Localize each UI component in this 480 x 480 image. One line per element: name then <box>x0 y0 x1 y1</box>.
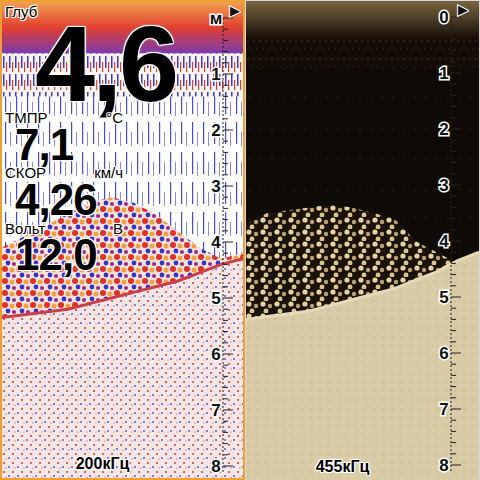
depth-scale: м 1 2 3 4 5 6 7 8 ▶ <box>201 2 241 480</box>
scale-label: 5 <box>211 289 220 308</box>
reading-value: 7,1 <box>15 126 175 163</box>
reading: Вольт В 12,0 <box>5 221 175 274</box>
surface-band <box>246 1 479 40</box>
scale-label: 7 <box>439 400 448 419</box>
scale-label: 8 <box>439 456 448 475</box>
water-column <box>2 2 243 480</box>
reading: Глуб 4,6 <box>5 4 175 108</box>
reading-label: Вольт <box>5 221 45 237</box>
scale-label: 8 <box>211 457 220 476</box>
scale-label: 0 <box>439 8 448 27</box>
sonar-panel[interactable]: 0 1 2 3 4 5 6 7 8 ▶ 455кГц <box>245 0 480 480</box>
reading-label: ТМПР <box>5 110 47 126</box>
reading-label: СКОР <box>5 165 46 181</box>
frequency-label: 455кГц <box>246 457 439 476</box>
scale-label: 4 <box>211 233 221 252</box>
bottom-line <box>246 252 479 319</box>
sonar-screen: м12345678▶ Глуб 4,6ТМПР °С 7,1СКОР км/ч … <box>0 0 480 480</box>
sonar-panel[interactable]: м12345678▶ Глуб 4,6ТМПР °С 7,1СКОР км/ч … <box>0 0 245 480</box>
scale-label: 2 <box>439 120 448 139</box>
reading-unit: км/ч <box>94 165 123 181</box>
reading: СКОР км/ч 4,26 <box>5 165 175 218</box>
depth-scale: 0 1 2 3 4 5 6 7 8 ▶ <box>429 1 469 480</box>
scale-label: 4 <box>439 232 449 251</box>
reading-label: Глуб <box>5 4 37 20</box>
scale-label: 2 <box>211 121 220 140</box>
scale-label: 6 <box>211 345 220 364</box>
surface-clutter <box>246 1 479 67</box>
water-column <box>246 1 479 480</box>
readings-overlay: Глуб 4,6ТМПР °С 7,1СКОР км/ч 4,26Вольт В… <box>5 4 175 274</box>
bottom-echo <box>2 259 243 480</box>
reading-value: 4,26 <box>15 181 175 218</box>
scale-label: 3 <box>439 176 448 195</box>
scale-marker-icon: ▶ <box>230 3 240 18</box>
scale-label: 3 <box>211 177 220 196</box>
frequency-label: 200кГц <box>2 454 203 473</box>
scale-marker-icon: ▶ <box>458 2 468 17</box>
reading-unit: В <box>113 221 123 237</box>
scale-label: 6 <box>439 344 448 363</box>
scale-label: 1 <box>211 65 220 84</box>
bottom-echo <box>246 252 479 480</box>
reading-unit: °С <box>106 110 123 126</box>
scale-label: м <box>210 9 223 28</box>
reading-value: 4,6 <box>35 20 175 109</box>
scale-label: 5 <box>439 288 448 307</box>
scale-label: 7 <box>211 401 220 420</box>
reading: ТМПР °С 7,1 <box>5 110 175 163</box>
reading-value: 12,0 <box>15 236 175 273</box>
scale-label: 1 <box>439 64 448 83</box>
